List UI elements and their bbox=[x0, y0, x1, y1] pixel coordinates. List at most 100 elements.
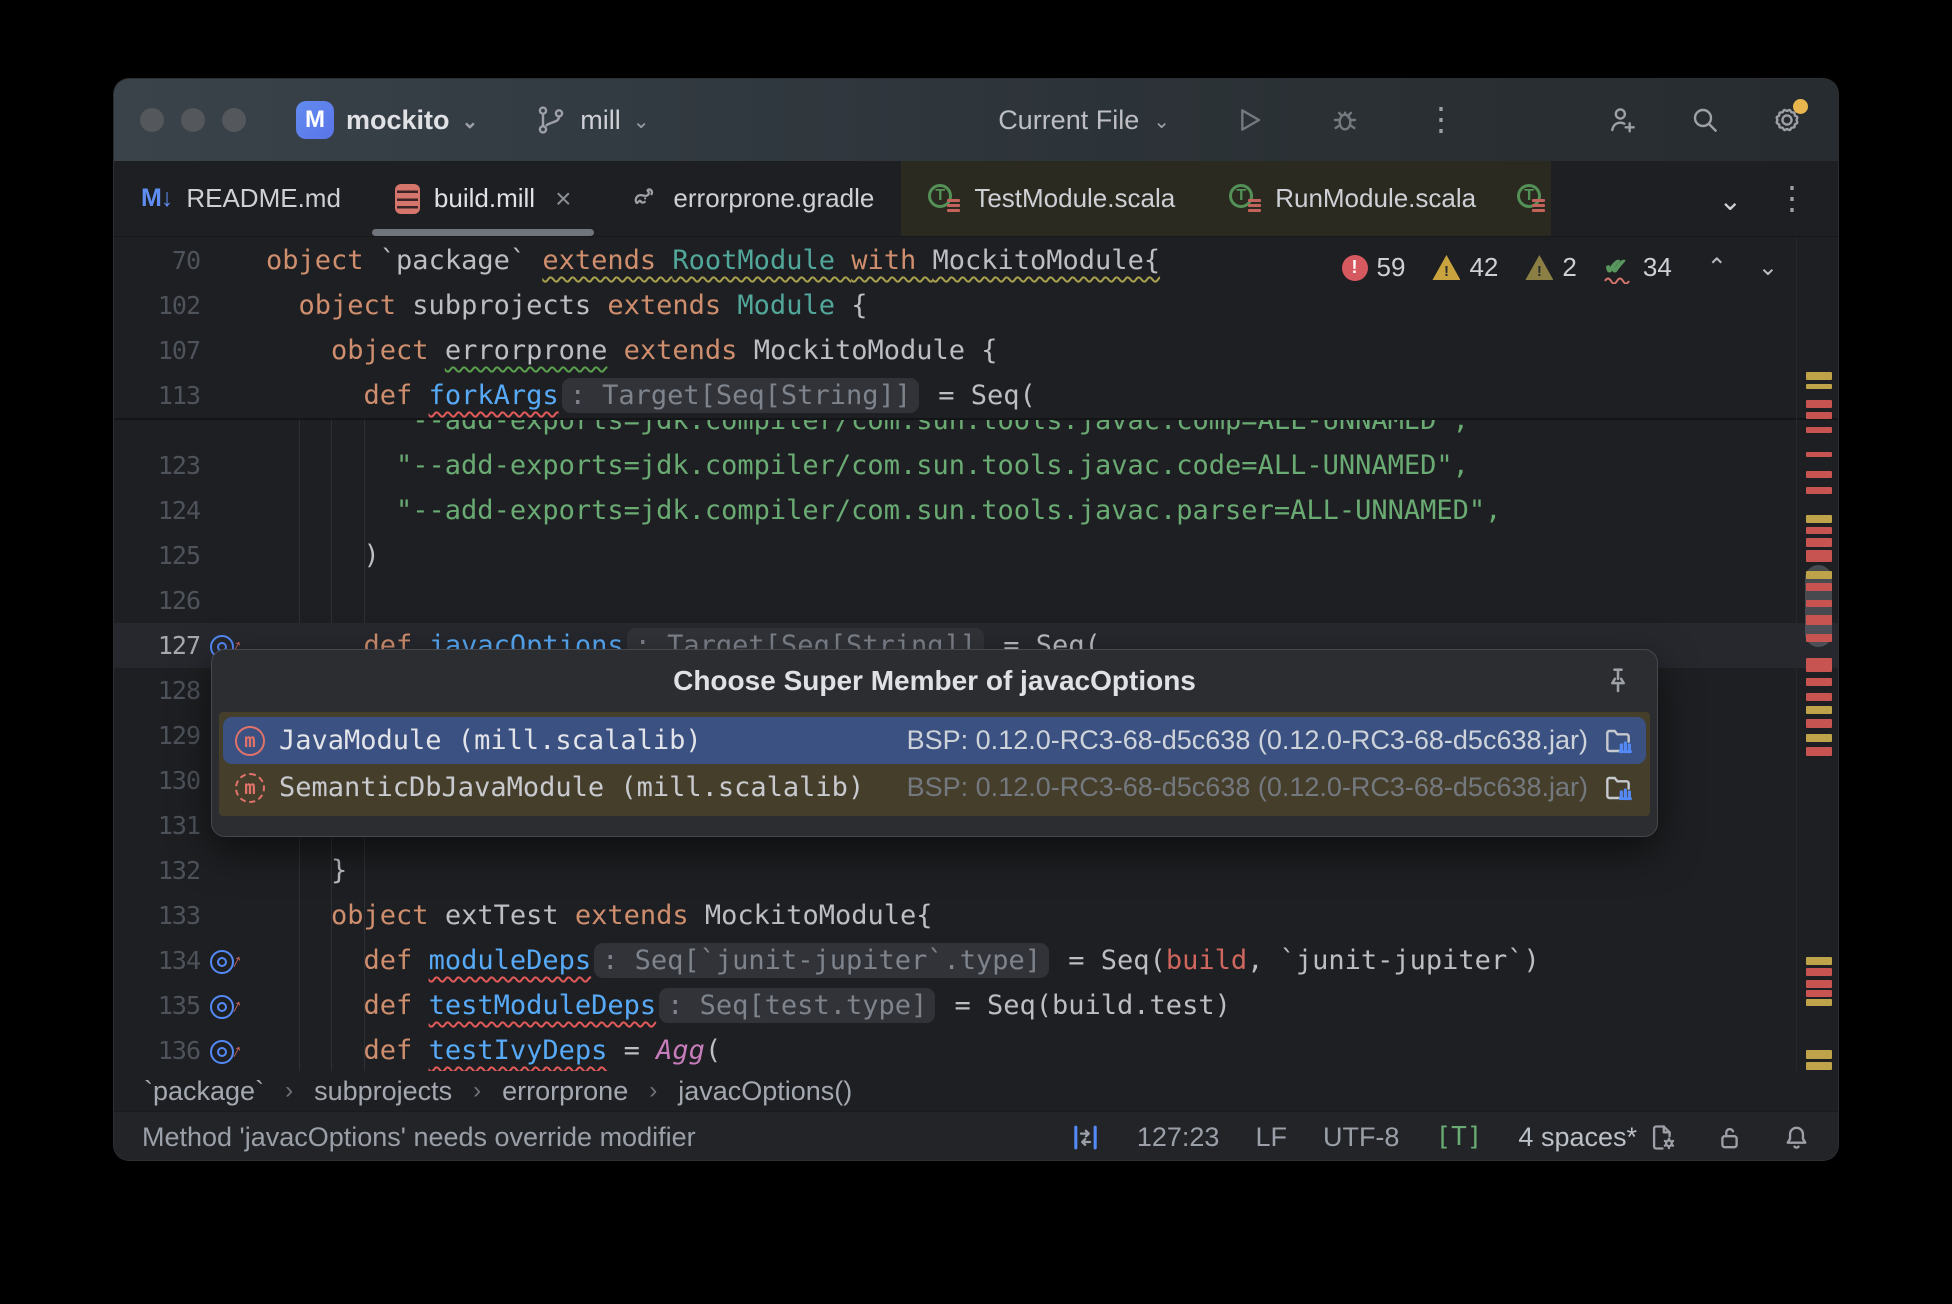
tab-build-mill[interactable]: build.mill × bbox=[368, 161, 599, 236]
tab-testmodule-scala[interactable]: T TestModule.scala bbox=[901, 161, 1202, 236]
warning-stripe-mark[interactable] bbox=[1806, 571, 1832, 579]
gutter bbox=[200, 488, 266, 533]
code-line[interactable]: 124"--add-exports=jdk.compiler/com.sun.t… bbox=[114, 488, 1839, 533]
maximize-window-button[interactable] bbox=[222, 108, 246, 132]
error-stripe-scrollbar[interactable] bbox=[1796, 238, 1839, 1071]
pin-icon[interactable] bbox=[1601, 664, 1635, 698]
warning-stripe-mark[interactable] bbox=[1806, 384, 1832, 389]
error-count[interactable]: ! 59 bbox=[1342, 252, 1406, 283]
error-stripe-mark[interactable] bbox=[1806, 487, 1832, 494]
next-problem-button[interactable]: ⌄ bbox=[1750, 253, 1786, 282]
error-stripe-mark[interactable] bbox=[1806, 427, 1832, 433]
error-stripe-mark[interactable] bbox=[1806, 634, 1832, 642]
tab-readme[interactable]: M↓ README.md bbox=[114, 161, 368, 236]
code-line[interactable]: 136↑def testIvyDeps = Agg( bbox=[114, 1028, 1839, 1073]
type-aware-highlighting-badge[interactable]: [T] bbox=[1435, 1122, 1482, 1152]
tab-hidden-partial[interactable]: T bbox=[1503, 161, 1551, 236]
code-line[interactable]: 113def forkArgs: Target[Seq[String]] = S… bbox=[114, 373, 1839, 418]
warning-stripe-mark[interactable] bbox=[1806, 1062, 1832, 1070]
title-bar: M mockito ⌄ mill ⌄ Current File ⌄ ⋮ bbox=[114, 79, 1838, 161]
typo-count[interactable]: ✔✔ 34 bbox=[1604, 252, 1672, 283]
code-line[interactable]: 125) bbox=[114, 533, 1839, 578]
tab-options-button[interactable]: ⋮ bbox=[1776, 186, 1808, 212]
error-stripe-mark[interactable] bbox=[1806, 527, 1832, 534]
readonly-lock-icon[interactable] bbox=[1714, 1122, 1745, 1153]
inlay-type-hint[interactable]: : Target[Seq[String]] bbox=[562, 378, 919, 413]
run-configuration-selector[interactable]: Current File ⌄ bbox=[998, 105, 1170, 136]
error-stripe-mark[interactable] bbox=[1806, 980, 1832, 988]
inspections-widget[interactable]: ! 59 ! 42 ! 2 ✔✔ 34 ⌃ ⌄ bbox=[1342, 252, 1786, 283]
indent-status-icon[interactable] bbox=[1070, 1122, 1101, 1153]
error-stripe-mark[interactable] bbox=[1806, 990, 1832, 997]
code-line[interactable]: 107object errorprone extends MockitoModu… bbox=[114, 328, 1839, 373]
inlay-type-hint[interactable]: : Seq[test.type] bbox=[659, 988, 935, 1023]
error-stripe-mark[interactable] bbox=[1806, 747, 1832, 756]
warning-stripe-mark[interactable] bbox=[1806, 734, 1832, 742]
list-item-javamodule[interactable]: m JavaModule (mill.scalalib) BSP: 0.12.0… bbox=[223, 717, 1646, 764]
warning-stripe-mark[interactable] bbox=[1806, 999, 1832, 1006]
warning-stripe-mark[interactable] bbox=[1806, 372, 1832, 380]
error-stripe-mark[interactable] bbox=[1806, 412, 1832, 419]
list-item-semanticdbjavamodule[interactable]: m SemanticDbJavaModule (mill.scalalib) B… bbox=[223, 764, 1646, 811]
error-stripe-mark[interactable] bbox=[1806, 719, 1832, 728]
weak-warning-icon: ! bbox=[1525, 255, 1553, 280]
inlay-type-hint[interactable]: : Seq[`junit-jupiter`.type] bbox=[594, 943, 1049, 978]
warning-stripe-mark[interactable] bbox=[1806, 1050, 1832, 1059]
code-line[interactable]: 135↑def testModuleDeps: Seq[test.type] =… bbox=[114, 983, 1839, 1028]
error-stripe-mark[interactable] bbox=[1806, 693, 1832, 701]
breadcrumb-item[interactable]: subprojects bbox=[314, 1076, 452, 1107]
tab-runmodule-scala[interactable]: T RunModule.scala bbox=[1202, 161, 1503, 236]
notifications-bell-icon[interactable] bbox=[1781, 1122, 1812, 1153]
previous-problem-button[interactable]: ⌃ bbox=[1699, 253, 1735, 282]
breadcrumb-item[interactable]: `package` bbox=[144, 1076, 264, 1107]
settings-gear-icon[interactable] bbox=[1770, 103, 1804, 137]
caret-position-widget[interactable]: 127:23 bbox=[1137, 1122, 1220, 1153]
encoding-widget[interactable]: UTF-8 bbox=[1323, 1122, 1400, 1153]
tab-errorprone-gradle[interactable]: errorprone.gradle bbox=[598, 161, 901, 236]
warning-stripe-mark[interactable] bbox=[1806, 515, 1832, 523]
breadcrumb-item[interactable]: javacOptions() bbox=[678, 1076, 852, 1107]
error-stripe-mark[interactable] bbox=[1806, 968, 1832, 976]
code-line[interactable]: 126 bbox=[114, 578, 1839, 623]
code-line[interactable]: 134↑def moduleDeps: Seq[`junit-jupiter`.… bbox=[114, 938, 1839, 983]
window-controls[interactable] bbox=[140, 108, 246, 132]
code-line[interactable]: 123"--add-exports=jdk.compiler/com.sun.t… bbox=[114, 443, 1839, 488]
error-stripe-mark[interactable] bbox=[1806, 550, 1832, 562]
error-stripe-mark[interactable] bbox=[1806, 452, 1832, 457]
vcs-branch-widget[interactable]: mill ⌄ bbox=[534, 103, 649, 137]
close-window-button[interactable] bbox=[140, 108, 164, 132]
error-stripe-mark[interactable] bbox=[1806, 678, 1832, 686]
overrides-method-gutter-icon[interactable]: ↑ bbox=[208, 946, 238, 976]
show-hidden-tabs-button[interactable]: ⌄ bbox=[1719, 187, 1742, 215]
warning-stripe-mark[interactable] bbox=[1806, 706, 1832, 714]
debug-button[interactable] bbox=[1328, 103, 1362, 137]
error-stripe-mark[interactable] bbox=[1806, 538, 1832, 547]
error-stripe-mark[interactable] bbox=[1806, 615, 1832, 625]
error-stripe-mark[interactable] bbox=[1806, 658, 1832, 672]
overrides-method-gutter-icon[interactable]: ↑ bbox=[208, 1036, 238, 1066]
code-text: object `package` extends RootModule with… bbox=[266, 238, 1160, 283]
code-line[interactable]: 132} bbox=[114, 848, 1839, 893]
close-tab-icon[interactable]: × bbox=[555, 183, 571, 215]
breadcrumb-item[interactable]: errorprone bbox=[502, 1076, 628, 1107]
code-line[interactable]: "--add-exports=jdk.compiler/com.sun.tool… bbox=[114, 420, 1839, 443]
code-line[interactable]: 133object extTest extends MockitoModule{ bbox=[114, 893, 1839, 938]
weak-warning-count[interactable]: ! 2 bbox=[1525, 252, 1576, 283]
error-stripe-mark[interactable] bbox=[1806, 471, 1832, 478]
run-button[interactable] bbox=[1232, 103, 1266, 137]
code-line[interactable]: 102object subprojects extends Module { bbox=[114, 283, 1839, 328]
indent-widget[interactable]: 4 spaces* bbox=[1518, 1122, 1678, 1153]
more-actions-button[interactable]: ⋮ bbox=[1424, 103, 1458, 137]
search-everywhere-icon[interactable] bbox=[1688, 103, 1722, 137]
warning-stripe-mark[interactable] bbox=[1806, 957, 1832, 965]
error-stripe-mark[interactable] bbox=[1806, 583, 1832, 591]
warning-count[interactable]: ! 42 bbox=[1432, 252, 1498, 283]
project-widget[interactable]: M mockito ⌄ bbox=[296, 101, 478, 139]
error-stripe-mark[interactable] bbox=[1806, 600, 1832, 607]
error-stripe-mark[interactable] bbox=[1806, 400, 1832, 408]
line-separator-widget[interactable]: LF bbox=[1255, 1122, 1287, 1153]
code-text: object extTest extends MockitoModule{ bbox=[266, 893, 932, 938]
code-with-me-icon[interactable] bbox=[1606, 103, 1640, 137]
overrides-method-gutter-icon[interactable]: ↑ bbox=[208, 991, 238, 1021]
minimize-window-button[interactable] bbox=[181, 108, 205, 132]
